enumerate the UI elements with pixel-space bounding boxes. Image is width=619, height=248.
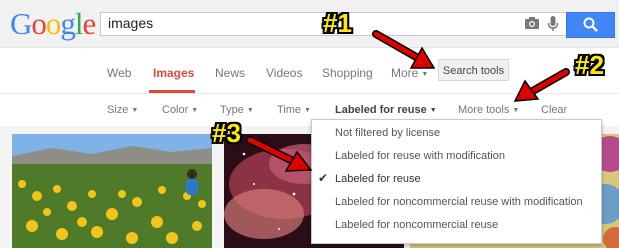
- arrow-1-shaft: [373, 31, 421, 61]
- annotation-label-3: #3: [212, 118, 241, 148]
- arrow-3-shaft: [247, 137, 296, 164]
- annotation-label-2: #2: [575, 50, 604, 80]
- annotation-arrows: [246, 30, 570, 172]
- annotation-label-1: #1: [323, 8, 352, 38]
- arrow-2-shaft: [528, 69, 569, 95]
